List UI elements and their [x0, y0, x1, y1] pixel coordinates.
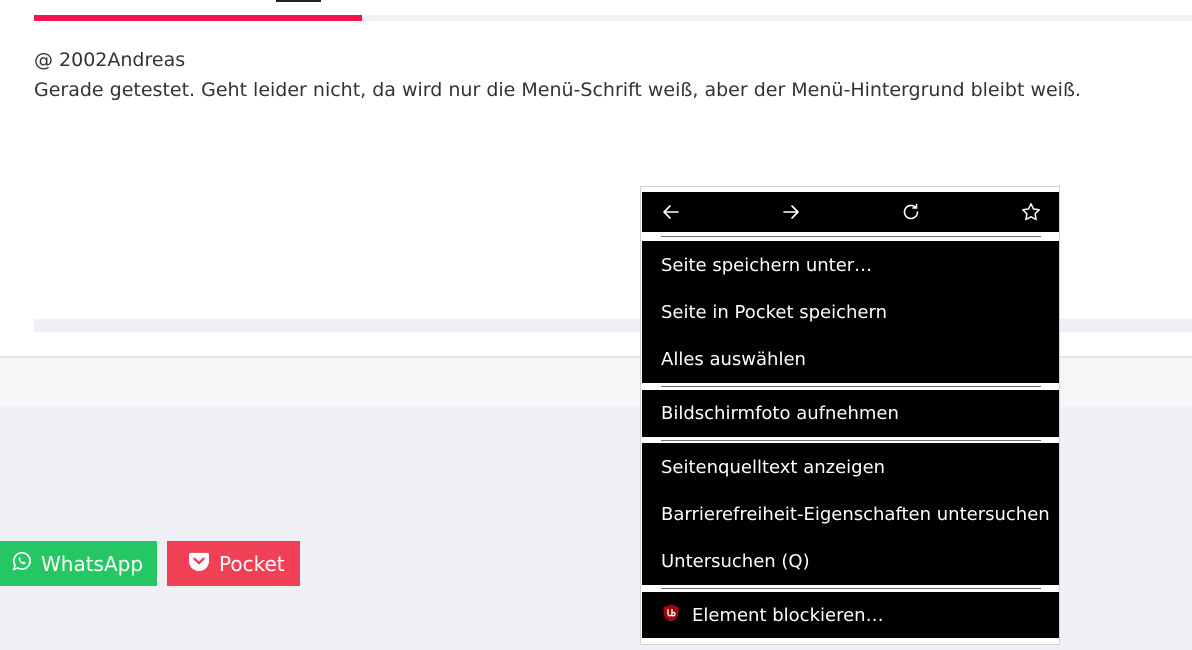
- context-menu-nav-row: [642, 192, 1059, 232]
- menu-item-inspect[interactable]: Untersuchen (Q): [642, 538, 1059, 585]
- forward-arrow-icon[interactable]: [773, 192, 809, 232]
- menu-item-label: Element blockieren…: [692, 604, 884, 626]
- menu-item-label: Seitenquelltext anzeigen: [661, 457, 886, 478]
- menu-item-label: Seite speichern unter…: [661, 255, 873, 276]
- menu-item-inspect-accessibility[interactable]: Barrierefreiheit-Eigenschaften untersuch…: [642, 491, 1059, 538]
- menu-separator: [661, 588, 1041, 589]
- pocket-share-button[interactable]: Pocket: [167, 541, 300, 586]
- bookmark-star-icon[interactable]: [1013, 192, 1049, 232]
- pocket-icon: [188, 551, 219, 576]
- ublock-origin-icon: [661, 603, 681, 628]
- pocket-label: Pocket: [219, 551, 285, 576]
- context-menu: Seite speichern unter… Seite in Pocket s…: [640, 186, 1060, 645]
- menu-group-screenshot: Bildschirmfoto aufnehmen: [642, 390, 1059, 437]
- menu-item-block-element[interactable]: Element blockieren…: [642, 592, 1059, 638]
- reload-icon[interactable]: [893, 192, 929, 232]
- menu-separator: [661, 386, 1041, 387]
- whatsapp-share-button[interactable]: WhatsApp: [0, 541, 157, 586]
- whatsapp-label: WhatsApp: [41, 551, 144, 576]
- menu-item-save-to-pocket[interactable]: Seite in Pocket speichern: [642, 289, 1059, 336]
- back-arrow-icon[interactable]: [653, 192, 689, 232]
- menu-separator: [661, 440, 1041, 441]
- menu-item-label: Alles auswählen: [661, 349, 806, 370]
- comment-body: Gerade getestet. Geht leider nicht, da w…: [34, 79, 1081, 101]
- menu-item-select-all[interactable]: Alles auswählen: [642, 336, 1059, 383]
- menu-item-view-page-source[interactable]: Seitenquelltext anzeigen: [642, 444, 1059, 491]
- menu-group-ublock: Element blockieren…: [642, 592, 1059, 638]
- menu-item-label: Untersuchen (Q): [661, 551, 810, 572]
- menu-item-save-page-as[interactable]: Seite speichern unter…: [642, 242, 1059, 289]
- menu-separator: [661, 236, 1041, 237]
- whatsapp-icon: [12, 551, 41, 576]
- menu-group-developer: Seitenquelltext anzeigen Barrierefreihei…: [642, 443, 1059, 585]
- menu-item-label: Seite in Pocket speichern: [661, 302, 887, 323]
- menu-item-label: Barrierefreiheit-Eigenschaften untersuch…: [661, 504, 1050, 525]
- tab-mark: [276, 0, 321, 2]
- active-tab-indicator: [34, 15, 362, 21]
- menu-group-page: Seite speichern unter… Seite in Pocket s…: [642, 241, 1059, 383]
- menu-item-take-screenshot[interactable]: Bildschirmfoto aufnehmen: [642, 390, 1059, 437]
- menu-item-label: Bildschirmfoto aufnehmen: [661, 403, 899, 424]
- comment-author: @ 2002Andreas: [34, 49, 186, 71]
